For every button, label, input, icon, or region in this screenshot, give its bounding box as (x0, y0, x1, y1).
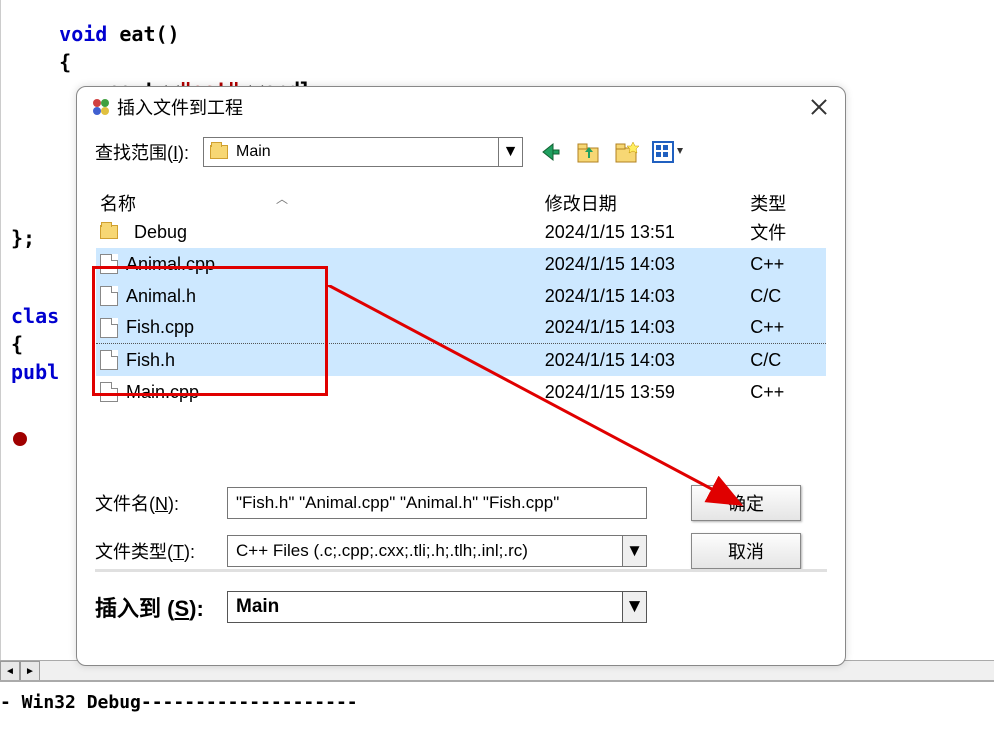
filename-label: 文件名(N): (95, 490, 205, 516)
back-icon[interactable] (537, 140, 565, 164)
file-row[interactable]: Fish.h 2024/1/15 14:03 C/C (96, 344, 826, 376)
new-folder-icon[interactable] (613, 140, 641, 164)
view-menu-icon[interactable] (651, 140, 685, 164)
filetype-dropdown[interactable]: C++ Files (.c;.cpp;.cxx;.tli;.h;.tlh;.in… (227, 535, 647, 567)
scroll-left-icon[interactable]: ◄ (0, 661, 20, 681)
insert-files-dialog: 插入文件到工程 查找范围(I): Main ▼ 名称︿ 修改日期 类型 Debu… (76, 86, 846, 666)
column-type[interactable]: 类型 (750, 190, 826, 216)
file-icon (100, 318, 118, 338)
column-date[interactable]: 修改日期 (545, 190, 750, 216)
column-name[interactable]: 名称︿ (96, 190, 545, 216)
nav-toolbar (537, 140, 685, 164)
insert-to-label: 插入到 (S): (95, 591, 205, 623)
dialog-titlebar: 插入文件到工程 (77, 87, 845, 127)
filename-input[interactable] (227, 487, 647, 519)
file-icon (100, 382, 118, 402)
insert-to-dropdown[interactable]: Main ▼ (227, 591, 647, 623)
location-toolbar: 查找范围(I): Main ▼ (77, 127, 845, 177)
app-icon (91, 97, 111, 117)
location-dropdown[interactable]: Main ▼ (203, 137, 523, 167)
file-icon (100, 350, 118, 370)
output-panel: - Win32 Debug-------------------- (0, 680, 994, 746)
cancel-button[interactable]: 取消 (691, 533, 801, 569)
file-list[interactable]: 名称︿ 修改日期 类型 Debug 2024/1/15 13:51 文件 Ani… (95, 185, 827, 465)
file-row[interactable]: Animal.h 2024/1/15 14:03 C/C (96, 280, 826, 312)
file-row[interactable]: Animal.cpp 2024/1/15 14:03 C++ (96, 248, 826, 280)
file-row[interactable]: Debug 2024/1/15 13:51 文件 (96, 216, 826, 248)
folder-icon (210, 145, 228, 159)
folder-icon (100, 225, 118, 239)
file-row[interactable]: Main.cpp 2024/1/15 13:59 C++ (96, 376, 826, 408)
list-header[interactable]: 名称︿ 修改日期 类型 (96, 186, 826, 216)
chevron-down-icon[interactable]: ▼ (498, 138, 522, 166)
breakpoint-marker (13, 432, 27, 446)
location-label: 查找范围(I): (95, 139, 189, 165)
chevron-down-icon[interactable]: ▼ (622, 536, 646, 566)
chevron-down-icon[interactable]: ▼ (622, 592, 646, 622)
file-icon (100, 286, 118, 306)
file-icon (100, 254, 118, 274)
ok-button[interactable]: 确定 (691, 485, 801, 521)
divider (95, 569, 827, 572)
scroll-right-icon[interactable]: ► (20, 661, 40, 681)
sort-asc-icon: ︿ (276, 190, 288, 207)
dialog-title: 插入文件到工程 (117, 94, 243, 120)
filetype-label: 文件类型(T): (95, 538, 205, 564)
close-icon[interactable] (807, 95, 831, 119)
file-row[interactable]: Fish.cpp 2024/1/15 14:03 C++ (96, 312, 826, 344)
up-folder-icon[interactable] (575, 140, 603, 164)
